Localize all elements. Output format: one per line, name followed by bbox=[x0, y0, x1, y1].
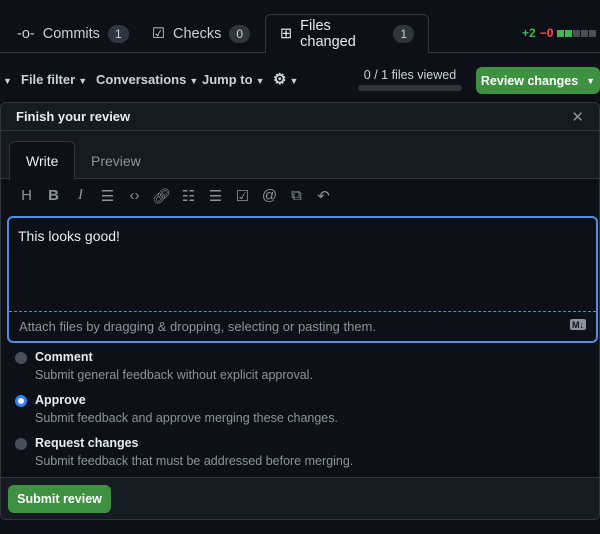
file-filter-dropdown[interactable]: File filter ▼ bbox=[21, 72, 87, 87]
editor-tabs: Write Preview bbox=[1, 131, 599, 180]
unordered-list-icon[interactable]: ☷ bbox=[175, 187, 202, 216]
left-dropdown-caret[interactable]: ▼ bbox=[0, 72, 12, 87]
review-footer: Submit review bbox=[1, 477, 599, 519]
settings-dropdown[interactable]: ⚙ ▼ bbox=[273, 70, 298, 88]
conversations-dropdown[interactable]: Conversations ▼ bbox=[96, 72, 198, 87]
checks-count: 0 bbox=[229, 24, 251, 43]
bold-icon[interactable]: B bbox=[40, 187, 67, 216]
tab-commits[interactable]: -o- Commits 1 bbox=[17, 14, 129, 53]
radio-comment[interactable] bbox=[15, 352, 27, 364]
mention-icon[interactable]: @ bbox=[256, 187, 283, 216]
attach-files[interactable]: Attach files by dragging & dropping, sel… bbox=[9, 312, 596, 341]
quote-icon[interactable]: ☰ bbox=[94, 187, 121, 216]
comment-editor[interactable]: This looks good! Attach files by draggin… bbox=[7, 216, 598, 343]
files-viewed: 0 / 1 files viewed bbox=[358, 68, 462, 91]
file-diff-icon: ⊞ bbox=[280, 26, 293, 42]
diffstat-blocks bbox=[557, 29, 597, 37]
ordered-list-icon[interactable]: ☰ bbox=[202, 187, 229, 216]
option-approve[interactable]: Approve Submit feedback and approve mergi… bbox=[15, 393, 338, 425]
italic-icon[interactable]: I bbox=[67, 187, 94, 216]
comment-textarea[interactable]: This looks good! bbox=[9, 218, 596, 312]
submit-review-button[interactable]: Submit review bbox=[8, 485, 111, 513]
review-panel: Finish your review ✕ Write Preview H B I ☰ ‹›… bbox=[0, 102, 600, 520]
close-icon[interactable]: ✕ bbox=[571, 108, 584, 126]
review-header: Finish your review ✕ bbox=[1, 103, 599, 131]
undo-icon[interactable]: ↶ bbox=[310, 187, 337, 216]
format-toolbar: H B I ☰ ‹› 🔗︎ ☷ ☰ ☑ @ ⧉ ↶ bbox=[1, 179, 599, 216]
task-list-icon[interactable]: ☑ bbox=[229, 187, 256, 216]
diffstat: +2 −0 bbox=[522, 26, 597, 40]
reference-icon[interactable]: ⧉ bbox=[283, 187, 310, 216]
tab-files-changed[interactable]: ⊞ Files changed 1 bbox=[265, 14, 429, 53]
option-comment[interactable]: Comment Submit general feedback without e… bbox=[15, 350, 313, 382]
gear-icon: ⚙ bbox=[273, 71, 287, 88]
radio-approve[interactable] bbox=[15, 395, 27, 407]
markdown-icon: M↓ bbox=[570, 319, 586, 330]
tab-write[interactable]: Write bbox=[9, 141, 76, 180]
review-changes-button[interactable]: Review changes ▼ bbox=[476, 67, 600, 94]
heading-icon[interactable]: H bbox=[13, 187, 40, 216]
radio-request-changes[interactable] bbox=[15, 438, 27, 450]
files-viewed-progress bbox=[358, 85, 462, 91]
commit-icon: -o- bbox=[17, 25, 35, 42]
commits-count: 1 bbox=[107, 24, 129, 43]
code-icon[interactable]: ‹› bbox=[121, 187, 148, 216]
jump-to-dropdown[interactable]: Jump to ▼ bbox=[202, 72, 264, 87]
tab-checks[interactable]: ☑ Checks 0 bbox=[152, 14, 251, 53]
option-request-changes[interactable]: Request changes Submit feedback that must… bbox=[15, 436, 353, 468]
link-icon[interactable]: 🔗︎ bbox=[148, 187, 175, 216]
tab-preview[interactable]: Preview bbox=[75, 141, 157, 180]
checklist-icon: ☑ bbox=[152, 25, 165, 42]
files-count: 1 bbox=[393, 25, 414, 43]
